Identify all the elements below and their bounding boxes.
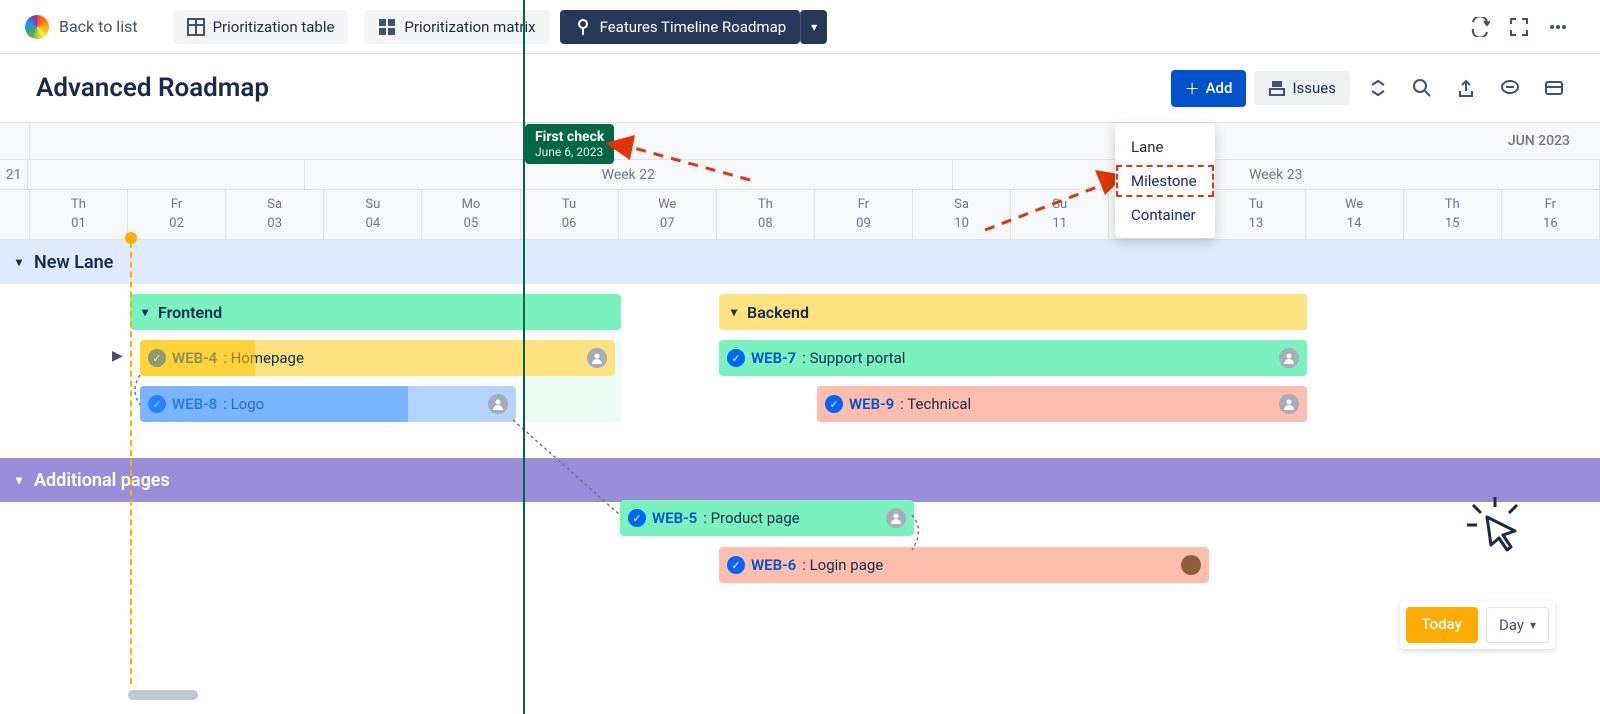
task-summary: : Technical: [900, 395, 971, 413]
day-cell: Tu06: [521, 190, 619, 239]
month-spacer: [0, 123, 30, 159]
group-frontend-label: Frontend: [158, 303, 222, 322]
day-cell: Th08: [717, 190, 815, 239]
lane-additional[interactable]: ▾ Additional pages: [0, 458, 1600, 502]
check-icon: ✓: [825, 395, 843, 413]
task-web9[interactable]: ✓ WEB-9 : Technical: [817, 386, 1307, 422]
cursor-click-icon: [1465, 495, 1525, 559]
today-line: [130, 232, 132, 684]
milestone-line: [523, 0, 525, 714]
avatar-icon: [1181, 555, 1201, 575]
day-cell: Su04: [324, 190, 422, 239]
day-cell: Fr02: [128, 190, 226, 239]
task-key: WEB-5: [652, 509, 697, 527]
task-key: WEB-7: [751, 349, 796, 367]
task-summary: : Support portal: [802, 349, 905, 367]
chevron-down-icon: ▾: [1530, 618, 1536, 632]
add-menu-lane[interactable]: Lane: [1115, 130, 1215, 164]
view-prioritization-table[interactable]: Prioritization table: [173, 10, 349, 44]
progress-fill: [140, 340, 255, 376]
chevron-down-icon: ▾: [142, 305, 148, 319]
view-roadmap-label: Features Timeline Roadmap: [600, 18, 787, 36]
task-key: WEB-6: [751, 556, 796, 574]
check-icon: ✓: [628, 509, 646, 527]
task-web8[interactable]: ✓ WEB-8 : Logo: [140, 386, 516, 422]
chevron-down-icon: ▾: [16, 255, 22, 269]
search-icon[interactable]: [1406, 72, 1438, 104]
add-button[interactable]: ＋ Add: [1171, 70, 1247, 107]
card-icon[interactable]: [1538, 72, 1570, 104]
lane-new[interactable]: ▾ New Lane: [0, 240, 1600, 284]
task-web7[interactable]: ✓ WEB-7 : Support portal: [719, 340, 1307, 376]
day-cell: We07: [619, 190, 717, 239]
day-cell: Th01: [30, 190, 128, 239]
add-dropdown: Lane Milestone Container: [1115, 124, 1215, 238]
sync-icon[interactable]: [1468, 15, 1492, 39]
task-key: WEB-9: [849, 395, 894, 413]
chevron-down-icon: ▾: [16, 473, 22, 487]
zoom-label: Day: [1499, 616, 1524, 634]
day-cell: Tu13: [1207, 190, 1305, 239]
week-cell-prev: 21: [0, 160, 28, 189]
today-marker: [125, 232, 137, 244]
day-cell: Th15: [1404, 190, 1502, 239]
task-web6[interactable]: ✓ WEB-6 : Login page: [719, 547, 1209, 583]
view-dropdown-toggle[interactable]: ▾: [800, 10, 827, 44]
avatar-icon: [488, 394, 508, 414]
chevron-down-icon: ▾: [731, 305, 737, 319]
group-backend[interactable]: ▾ Backend: [719, 294, 1307, 330]
share-icon[interactable]: [1450, 72, 1482, 104]
lane-new-label: New Lane: [34, 252, 113, 273]
avatar-icon: [1279, 394, 1299, 414]
fullscreen-icon[interactable]: [1507, 15, 1531, 39]
task-web5[interactable]: ✓ WEB-5 : Product page: [620, 500, 914, 536]
task-web4[interactable]: ✓ WEB-4 : Homepage: [140, 340, 615, 376]
issues-button-label: Issues: [1292, 79, 1336, 97]
add-menu-milestone[interactable]: Milestone: [1115, 164, 1215, 198]
month-label: JUN 2023: [1508, 133, 1570, 149]
add-menu-container[interactable]: Container: [1115, 198, 1215, 232]
check-icon: ✓: [727, 556, 745, 574]
more-icon[interactable]: [1546, 15, 1570, 39]
annotation-arrow-left: [600, 135, 760, 190]
comment-icon[interactable]: [1494, 72, 1526, 104]
progress-fill: [140, 386, 408, 422]
day-cell: Sa03: [226, 190, 324, 239]
issues-button[interactable]: Issues: [1254, 71, 1350, 105]
day-cell: Fr09: [815, 190, 913, 239]
zoom-select[interactable]: Day ▾: [1486, 607, 1549, 643]
plus-icon: ＋: [1185, 78, 1200, 99]
group-frontend[interactable]: ▾ Frontend: [130, 294, 621, 330]
add-button-label: Add: [1206, 79, 1233, 97]
back-to-list-link[interactable]: Back to list: [59, 17, 138, 36]
horizontal-scrollbar[interactable]: [128, 690, 198, 700]
collapse-icon[interactable]: [1362, 72, 1394, 104]
avatar-icon: [1279, 348, 1299, 368]
chevron-down-icon: ▾: [811, 20, 817, 34]
day-cell: Mo05: [422, 190, 520, 239]
view-prioritization-matrix[interactable]: Prioritization matrix: [364, 10, 549, 44]
view-features-roadmap[interactable]: Features Timeline Roadmap: [560, 10, 801, 44]
week-cell-21-tail: [28, 160, 305, 189]
task-summary: : Login page: [802, 556, 883, 574]
drag-handle-icon[interactable]: ▶: [112, 348, 123, 364]
today-button[interactable]: Today: [1406, 607, 1478, 643]
avatar-icon: [886, 508, 906, 528]
view-matrix-label: Prioritization matrix: [404, 18, 535, 36]
milestone-date: June 6, 2023: [535, 145, 604, 159]
annotation-arrow-right: [980, 170, 1130, 240]
group-backend-label: Backend: [747, 303, 809, 322]
milestone-title: First check: [535, 129, 604, 145]
page-title: Advanced Roadmap: [36, 73, 269, 103]
task-summary: : Product page: [703, 509, 799, 527]
day-cell: We14: [1306, 190, 1404, 239]
view-table-label: Prioritization table: [213, 18, 335, 36]
app-logo[interactable]: [25, 15, 49, 39]
lane-additional-label: Additional pages: [34, 470, 170, 491]
check-icon: ✓: [727, 349, 745, 367]
avatar-icon: [587, 348, 607, 368]
day-cell: Fr16: [1502, 190, 1600, 239]
